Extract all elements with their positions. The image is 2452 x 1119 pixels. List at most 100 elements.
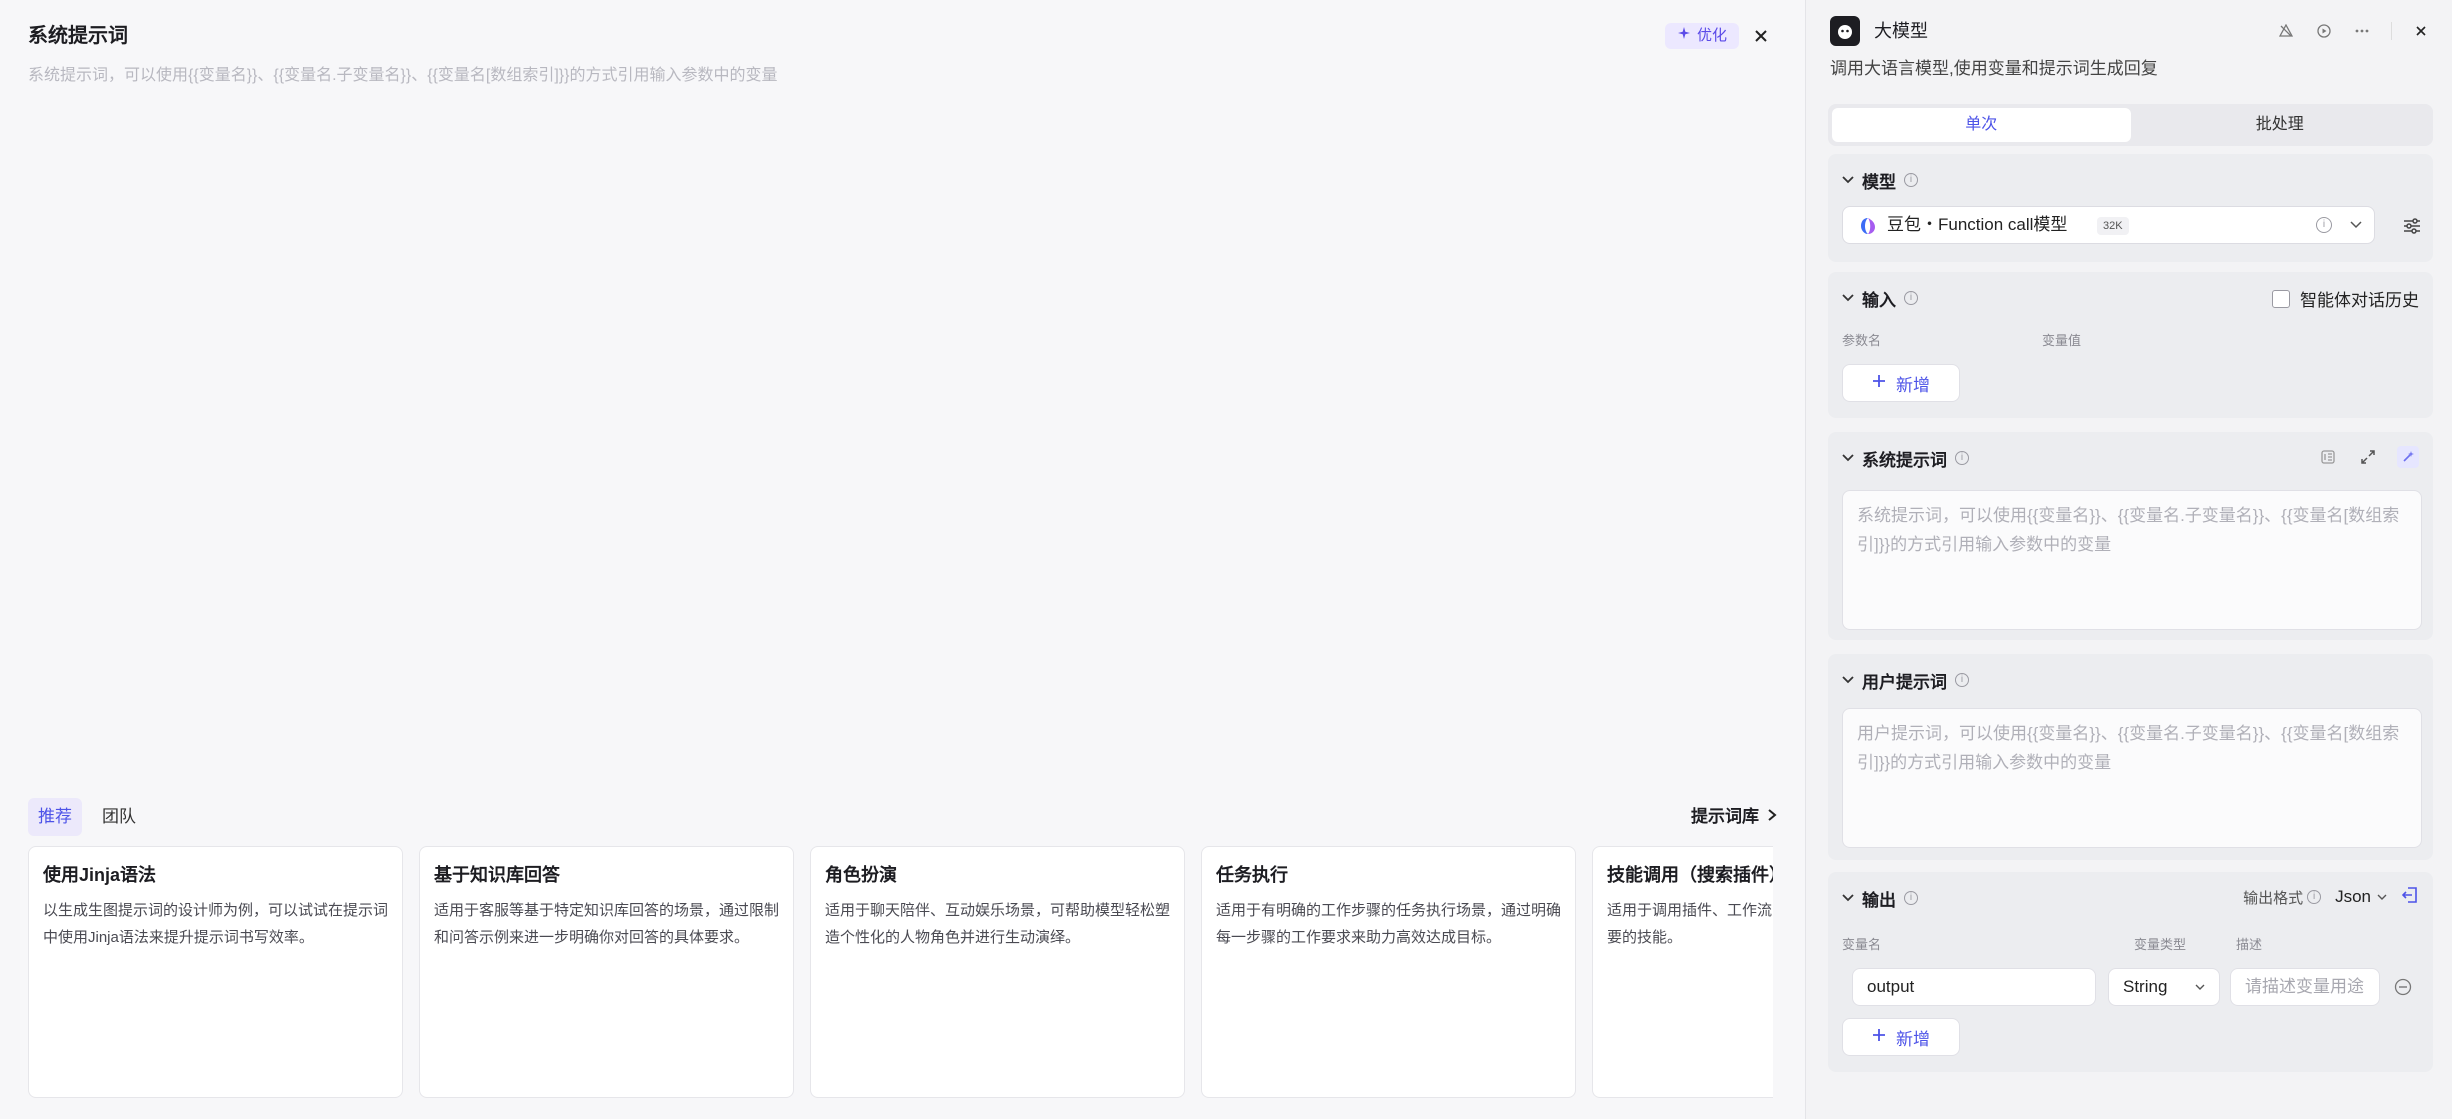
import-icon[interactable] xyxy=(2401,886,2419,908)
llm-node-panel: 大模型 调用大语言模型,使用变量和提示词生成回复 单次 批处理 模型 i 豆包・… xyxy=(1805,0,2452,1119)
chevron-down-icon xyxy=(1842,451,1854,465)
optimize-icon[interactable] xyxy=(2397,446,2419,468)
system-prompt-section: 系统提示词 i 系统提示词，可以使用{{变量名}}、{{变量名.子变量名}}、{… xyxy=(1828,432,2433,640)
var-type-header: 变量类型 xyxy=(2134,937,2187,952)
output-format-label: 输出格式 xyxy=(2243,889,2304,907)
user-prompt-section-header[interactable]: 用户提示词 i xyxy=(1842,668,1969,692)
chevron-down-icon xyxy=(1842,291,1854,305)
user-prompt-input[interactable]: 用户提示词，可以使用{{变量名}}、{{变量名.子变量名}}、{{变量名[数组索… xyxy=(1842,708,2422,848)
context-badge: 32K xyxy=(2097,217,2129,235)
info-icon[interactable]: i xyxy=(1904,291,1918,305)
expand-icon[interactable] xyxy=(2357,446,2379,468)
chevron-down-icon xyxy=(1842,891,1854,905)
template-card[interactable]: 基于知识库回答 适用于客服等基于特定知识库回答的场景，通过限制和问答示例来进一步… xyxy=(419,846,794,1098)
history-checkbox[interactable] xyxy=(2272,289,2290,308)
header-divider xyxy=(2391,22,2392,40)
card-title: 技能调用（搜索插件） xyxy=(1607,865,1773,885)
output-format: 输出格式 i Json xyxy=(2243,886,2419,908)
template-card[interactable]: 使用Jinja语法 以生成生图提示词的设计师为例，可以试试在提示词中使用Jinj… xyxy=(28,846,403,1098)
plus-icon xyxy=(1872,373,1886,393)
prompt-editor-title: 系统提示词 xyxy=(28,25,128,47)
model-select[interactable]: 豆包・Function call模型 32K i xyxy=(1842,206,2375,244)
user-prompt-section: 用户提示词 i 用户提示词，可以使用{{变量名}}、{{变量名.子变量名}}、{… xyxy=(1828,654,2433,860)
prompt-editor-header: 系统提示词 优化 xyxy=(28,14,1777,58)
output-format-label-group: 输出格式 i xyxy=(2243,887,2322,908)
output-var-type-value: String xyxy=(2123,977,2168,996)
input-section-header[interactable]: 输入 i xyxy=(1842,286,1918,310)
mode-batch-tab[interactable]: 批处理 xyxy=(2131,108,2430,142)
node-header: 大模型 xyxy=(1830,14,2430,48)
system-prompt-input[interactable]: 系统提示词，可以使用{{变量名}}、{{变量名.子变量名}}、{{变量名[数组索… xyxy=(1842,490,2422,630)
card-description: 适用于有明确的工作步骤的任务执行场景，通过明确每一步骤的工作要求来助力高效达成目… xyxy=(1216,902,1562,946)
model-settings-icon[interactable] xyxy=(2403,218,2421,239)
optimize-button[interactable]: 优化 xyxy=(1664,23,1739,49)
output-section-header[interactable]: 输出 i xyxy=(1842,886,1918,910)
prompt-editor-panel: 系统提示词 优化 系统提示词，可以使用{{变量名}}、{{变量名.子变量名}}、… xyxy=(0,0,1805,1119)
output-var-type-select[interactable]: String xyxy=(2108,968,2220,1006)
card-description: 适用于客服等基于特定知识库回答的场景，通过限制和问答示例来进一步明确你对回答的具… xyxy=(434,902,780,946)
history-label: 智能体对话历史 xyxy=(2300,291,2419,310)
plus-icon xyxy=(1872,1027,1886,1047)
output-var-name-input[interactable]: output xyxy=(1852,968,2096,1006)
output-format-value: Json xyxy=(2335,887,2371,906)
chevron-down-icon xyxy=(2377,894,2387,900)
section-title: 输入 xyxy=(1862,290,1896,310)
card-description: 适用于聊天陪伴、互动娱乐场景，可帮助模型轻松塑造个性化的人物角色并进行生动演绎。 xyxy=(825,902,1171,946)
chevron-down-icon xyxy=(1842,173,1854,187)
add-output-button[interactable]: 新增 xyxy=(1842,1018,1960,1056)
run-icon[interactable] xyxy=(2315,22,2333,40)
chevron-down-icon xyxy=(2195,984,2205,990)
card-title: 使用Jinja语法 xyxy=(43,865,157,885)
add-input-button[interactable]: 新增 xyxy=(1842,364,1960,402)
tab-team[interactable]: 团队 xyxy=(92,798,146,836)
history-toggle[interactable]: 智能体对话历史 xyxy=(2272,286,2419,311)
output-section: 输出 i 输出格式 i Json 变量名 变量类型 描述 output Stri… xyxy=(1828,872,2433,1072)
node-header-actions xyxy=(2277,14,2430,48)
system-prompt-section-header[interactable]: 系统提示词 i xyxy=(1842,446,1969,470)
model-section: 模型 i 豆包・Function call模型 32K i xyxy=(1828,154,2433,262)
info-icon[interactable]: i xyxy=(2316,217,2332,233)
prompt-library-label: 提示词库 xyxy=(1691,807,1759,826)
more-icon[interactable] xyxy=(2353,22,2371,40)
template-card[interactable]: 角色扮演 适用于聊天陪伴、互动娱乐场景，可帮助模型轻松塑造个性化的人物角色并进行… xyxy=(810,846,1185,1098)
close-icon[interactable] xyxy=(1745,20,1777,52)
template-card[interactable]: 技能调用（搜索插件） 适用于调用插件、工作流的场景，使用时将提示词需要的技能。 xyxy=(1592,846,1773,1098)
model-select-actions: i xyxy=(2316,207,2362,243)
template-tabs: 推荐 团队 提示词库 xyxy=(28,798,1777,836)
library-icon[interactable] xyxy=(2317,446,2339,468)
tab-recommended[interactable]: 推荐 xyxy=(28,798,82,836)
card-title: 任务执行 xyxy=(1216,865,1288,885)
card-description: 适用于调用插件、工作流的场景，使用时将提示词需要的技能。 xyxy=(1607,902,1773,946)
add-input-label: 新增 xyxy=(1896,375,1930,395)
section-title: 用户提示词 xyxy=(1862,672,1947,692)
section-title: 模型 xyxy=(1862,172,1896,192)
close-icon[interactable] xyxy=(2412,22,2430,40)
warning-icon[interactable] xyxy=(2277,22,2295,40)
model-section-header[interactable]: 模型 i xyxy=(1842,168,1918,192)
doubao-logo-icon xyxy=(1859,217,1877,235)
info-icon[interactable]: i xyxy=(1904,891,1918,905)
param-name-header: 参数名 xyxy=(1842,333,1882,348)
prompt-library-link[interactable]: 提示词库 xyxy=(1691,798,1777,836)
output-format-select[interactable]: Json xyxy=(2335,887,2387,907)
section-title: 系统提示词 xyxy=(1862,450,1947,470)
template-card[interactable]: 任务执行 适用于有明确的工作步骤的任务执行场景，通过明确每一步骤的工作要求来助力… xyxy=(1201,846,1576,1098)
card-title: 角色扮演 xyxy=(825,865,897,885)
info-icon[interactable]: i xyxy=(2307,890,2322,904)
mode-single-tab[interactable]: 单次 xyxy=(1832,108,2131,142)
info-icon[interactable]: i xyxy=(1955,673,1969,687)
chevron-down-icon xyxy=(2350,207,2362,243)
system-prompt-tools xyxy=(2317,446,2419,468)
var-name-header: 变量名 xyxy=(1842,937,1882,952)
card-description: 以生成生图提示词的设计师为例，可以试试在提示词中使用Jinja语法来提升提示词书… xyxy=(43,902,389,946)
chevron-right-icon xyxy=(1767,798,1777,836)
info-icon[interactable]: i xyxy=(1904,173,1918,187)
info-icon[interactable]: i xyxy=(1955,451,1969,465)
node-title: 大模型 xyxy=(1874,21,1928,41)
remove-icon[interactable] xyxy=(2394,978,2412,1001)
prompt-editor-input[interactable]: 系统提示词，可以使用{{变量名}}、{{变量名.子变量名}}、{{变量名[数组索… xyxy=(28,64,777,88)
section-title: 输出 xyxy=(1862,890,1896,910)
output-var-desc-input[interactable]: 请描述变量用途 xyxy=(2230,968,2380,1006)
chevron-down-icon xyxy=(1842,673,1854,687)
card-title: 基于知识库回答 xyxy=(434,865,560,885)
